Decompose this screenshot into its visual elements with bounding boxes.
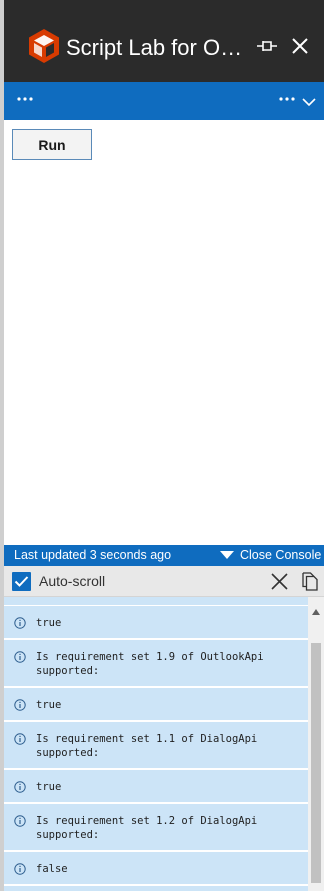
scroll-up-arrow-icon[interactable] <box>312 602 320 615</box>
info-icon <box>14 781 26 793</box>
info-icon <box>14 815 26 827</box>
command-bar <box>4 82 324 120</box>
close-console-label: Close Console <box>240 548 322 562</box>
log-message: true <box>36 781 62 793</box>
console-log-entry: Is requirement set 1.2 of DialogApi supp… <box>4 804 308 852</box>
log-message: true <box>36 617 62 629</box>
autoscroll-label: Auto-scroll <box>39 573 106 589</box>
clear-console-x-icon[interactable] <box>271 573 288 590</box>
info-icon <box>14 617 26 629</box>
log-message: Is requirement set 1.1 of DialogApi supp… <box>36 733 258 759</box>
info-icon <box>14 699 26 711</box>
copy-icon[interactable] <box>302 572 318 591</box>
scrollbar-thumb[interactable] <box>311 643 321 883</box>
console-status-bar: Last updated 3 seconds ago Close Console <box>4 545 324 566</box>
console-log-entry: false <box>4 852 308 886</box>
run-button[interactable]: Run <box>12 129 92 160</box>
last-updated-status: Last updated 3 seconds ago <box>14 548 172 562</box>
console-toolbar: Auto-scroll <box>4 566 324 597</box>
console-log-entry: Is requirement set 1.9 of OutlookApi sup… <box>4 640 308 688</box>
info-icon <box>14 863 26 875</box>
log-message: true <box>36 699 62 711</box>
triangle-down-icon <box>220 549 234 559</box>
console-log: true Is requirement set 1.9 of OutlookApi… <box>4 597 308 891</box>
menu-ellipsis-icon[interactable] <box>16 89 36 113</box>
script-lab-logo-icon <box>26 28 62 64</box>
console-log-entry: Is requirement set 1.1 of DialogApi supp… <box>4 722 308 770</box>
pin-icon[interactable] <box>256 36 278 56</box>
log-message: Is requirement set 1.2 of DialogApi supp… <box>36 815 258 841</box>
window-title: Script Lab for Outlook <box>66 35 246 60</box>
info-icon <box>14 733 26 745</box>
autoscroll-checkbox[interactable] <box>12 572 31 591</box>
console-log-entry: true <box>4 606 308 640</box>
console-scrollbar[interactable] <box>308 597 324 891</box>
close-icon[interactable] <box>290 36 310 56</box>
info-icon <box>14 651 26 663</box>
add-in-task-pane: Script Lab for Outlook Run Last updated … <box>0 0 324 891</box>
console-log-entry: true <box>4 770 308 804</box>
close-console-button[interactable]: Close Console <box>220 548 321 563</box>
more-options-ellipsis-icon[interactable] <box>278 89 298 113</box>
title-bar: Script Lab for Outlook <box>4 0 324 82</box>
log-entry-partial <box>4 597 308 606</box>
log-message: Is requirement set 1.9 of OutlookApi sup… <box>36 651 264 677</box>
log-message: false <box>36 863 68 875</box>
console-log-entry: true <box>4 688 308 722</box>
chevron-down-icon[interactable] <box>302 95 316 107</box>
